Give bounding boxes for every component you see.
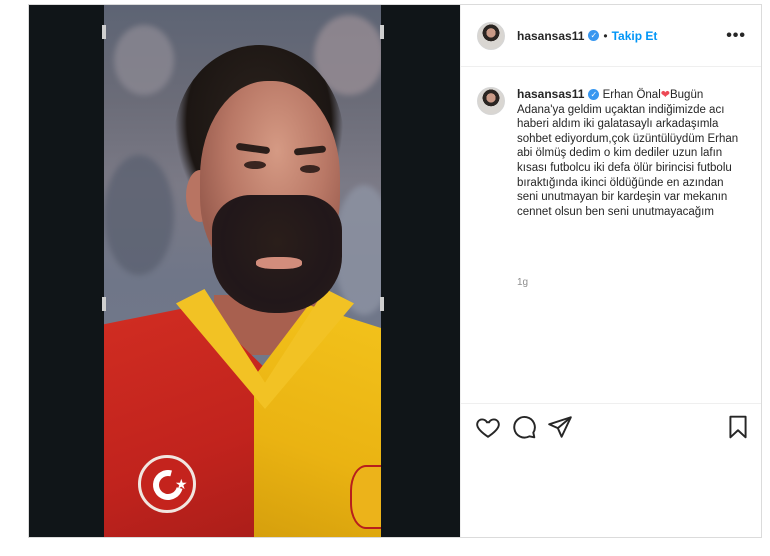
- header-username[interactable]: hasansas11: [517, 29, 584, 43]
- verified-badge-icon: ✓: [588, 30, 600, 41]
- resize-handle: [102, 297, 106, 311]
- star-icon: ★: [175, 477, 188, 493]
- resize-handle: [102, 25, 106, 39]
- more-options-icon[interactable]: •••: [726, 27, 746, 45]
- post-photo: ★: [104, 5, 381, 537]
- background-crowd: [104, 155, 174, 275]
- player-mouth: [256, 257, 302, 269]
- turkish-flag-emblem: ★: [138, 455, 196, 513]
- follow-button[interactable]: Takip Et: [612, 29, 658, 43]
- heart-icon[interactable]: [475, 414, 501, 440]
- post-header: hasansas11 ✓ • Takip Et •••: [461, 5, 761, 67]
- heart-emoji-icon: ❤: [660, 88, 670, 101]
- player-beard: [212, 195, 342, 313]
- avatar[interactable]: [477, 87, 505, 115]
- caption-username[interactable]: hasansas11: [517, 87, 584, 101]
- comment-icon[interactable]: [511, 414, 537, 440]
- action-bar: [461, 403, 761, 451]
- avatar[interactable]: [477, 21, 505, 50]
- post-timestamp[interactable]: 1g: [517, 277, 528, 288]
- player-eye: [244, 161, 266, 169]
- media-letterbox-left: [29, 5, 104, 537]
- background-crowd: [114, 25, 174, 95]
- post-sidebar: hasansas11 ✓ • Takip Et ••• hasansas11 ✓ …: [460, 5, 761, 537]
- resize-handle: [380, 25, 384, 39]
- club-badge: [350, 465, 381, 529]
- media-letterbox-right: [381, 5, 460, 537]
- caption-body: Bugün Adana'ya geldim uçaktan indiğimizd…: [517, 89, 739, 218]
- player-eye: [300, 165, 320, 173]
- caption-mention: Erhan Önal: [599, 89, 661, 101]
- resize-handle: [380, 297, 384, 311]
- post-caption: hasansas11 ✓ Erhan Önal❤Bugün Adana'ya ge…: [477, 87, 747, 219]
- post-frame: ★ hasansas11 ✓ • Takip Et ••• hasansas11…: [28, 4, 762, 538]
- bookmark-icon[interactable]: [725, 414, 751, 440]
- send-icon[interactable]: [547, 414, 573, 440]
- caption-text: hasansas11 ✓ Erhan Önal❤Bugün Adana'ya ge…: [517, 87, 745, 219]
- verified-badge-icon: ✓: [588, 89, 600, 101]
- post-media[interactable]: ★: [29, 5, 460, 537]
- separator-dot: •: [603, 28, 608, 43]
